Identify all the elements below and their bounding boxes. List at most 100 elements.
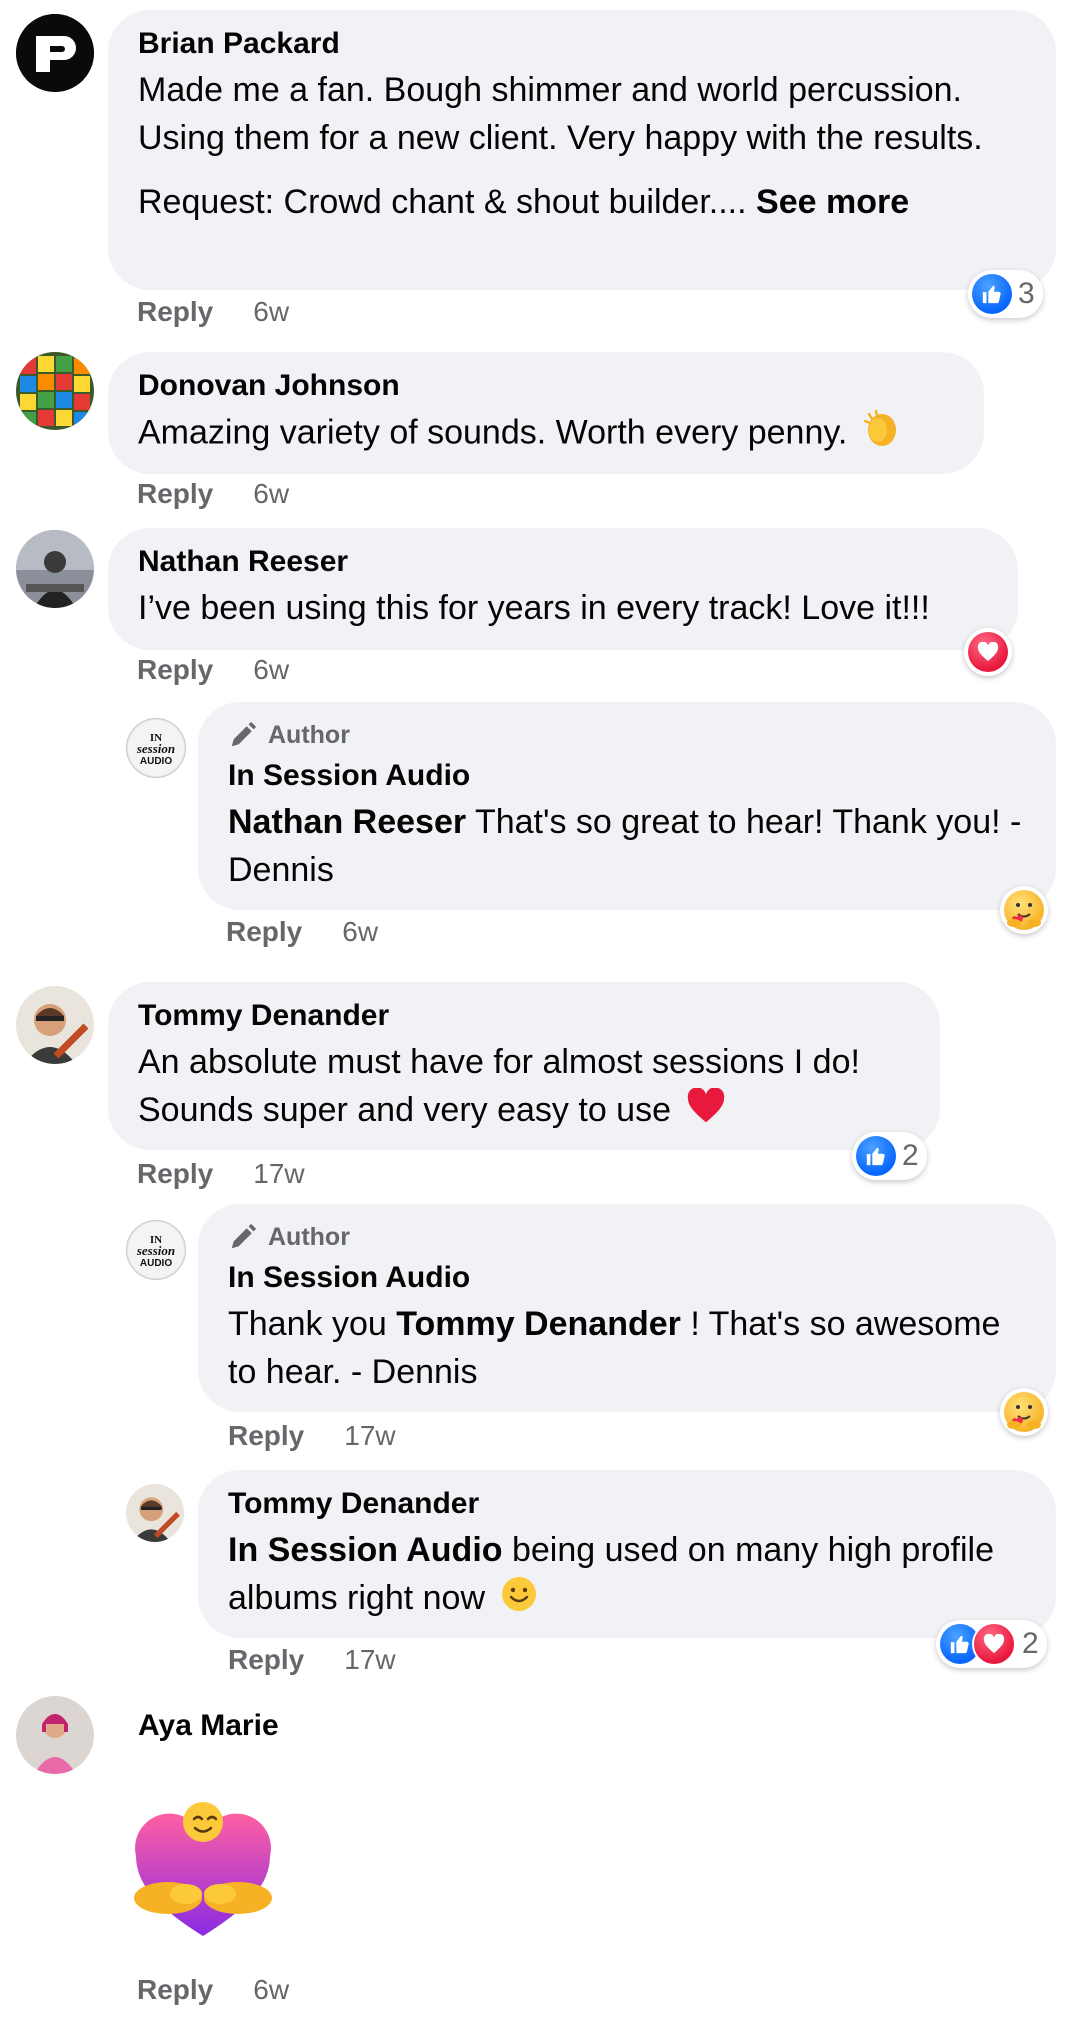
timestamp[interactable]: 6w — [253, 654, 289, 686]
love-icon — [972, 1622, 1016, 1666]
mention-link[interactable]: Tommy Denander — [396, 1305, 681, 1343]
reply-meta: Reply 6w — [226, 916, 378, 948]
brian-packard-logo — [16, 14, 94, 92]
reaction-summary[interactable]: 2 — [936, 1620, 1047, 1668]
svg-text:session: session — [136, 741, 175, 756]
avatar-nathan-reeser[interactable] — [16, 530, 94, 608]
aya-marie-photo — [16, 1696, 94, 1774]
comment-meta: Reply 6w — [137, 478, 289, 510]
comment-meta: Reply 6w — [137, 654, 289, 686]
reaction-count: 2 — [902, 1139, 919, 1172]
avatar-brian-packard[interactable] — [16, 14, 94, 92]
comment-author[interactable]: Nathan Reeser — [138, 544, 988, 580]
comment-text: I’ve been using this for years in every … — [138, 589, 930, 627]
reply-button[interactable]: Reply — [228, 1644, 304, 1676]
svg-text:AUDIO: AUDIO — [140, 1258, 172, 1269]
reply-button[interactable]: Reply — [137, 1974, 213, 2006]
avatar-in-session-audio[interactable]: IN session AUDIO — [126, 1220, 186, 1280]
author-badge-label: Author — [268, 1222, 350, 1251]
avatar-tommy-denander[interactable] — [16, 986, 94, 1064]
mention-link[interactable]: Nathan Reeser — [228, 803, 466, 841]
reaction-summary[interactable]: 2 — [852, 1132, 927, 1180]
comment-bubble: Brian Packard Made me a fan. Bough shimm… — [108, 10, 1056, 290]
reply-bubble: Tommy Denander In Session Audio being us… — [198, 1470, 1056, 1638]
avatar-aya-marie[interactable] — [16, 1696, 94, 1774]
avatar-tommy-denander[interactable] — [126, 1484, 184, 1542]
reply-text: Nathan Reeser That's so great to hear! T… — [228, 798, 1026, 894]
reply-meta: Reply 17w — [228, 1420, 396, 1452]
care-icon — [1004, 890, 1044, 930]
reply-text: In Session Audio being used on many high… — [228, 1526, 1026, 1626]
reaction-count: 3 — [1018, 277, 1035, 310]
reply-bubble: Author In Session Audio Thank you Tommy … — [198, 1204, 1056, 1412]
rubiks-cube-avatar — [16, 352, 94, 430]
comment-bubble: Donovan Johnson Amazing variety of sound… — [108, 352, 984, 474]
reaction-count: 2 — [1022, 1627, 1039, 1660]
comment-text: Made me a fan. Bough shimmer and world p… — [138, 71, 983, 157]
avatar-in-session-audio[interactable]: IN session AUDIO — [126, 718, 186, 778]
smile-emoji — [500, 1575, 538, 1626]
comment-author[interactable]: Donovan Johnson — [138, 368, 954, 404]
reply-text: Thank you Tommy Denander ! That's so awe… — [228, 1300, 1026, 1396]
comment-text: An absolute must have for almost session… — [138, 1038, 910, 1137]
svg-text:session: session — [136, 1243, 175, 1258]
comment-request: Request: Crowd chant & shout builder....… — [138, 178, 1026, 226]
comment-bubble: Nathan Reeser I’ve been using this for y… — [108, 528, 1018, 650]
timestamp[interactable]: 6w — [253, 1974, 289, 2006]
reply-bubble: Author In Session Audio Nathan Reeser Th… — [198, 702, 1056, 910]
heart-emoji — [686, 1086, 726, 1137]
comment-text-body: Amazing variety of sounds. Worth every p… — [138, 413, 848, 452]
reaction-summary[interactable] — [964, 628, 1012, 676]
comment-meta: Reply 6w — [137, 1974, 289, 2006]
tommy-denander-photo — [126, 1484, 184, 1542]
comment-text: Amazing variety of sounds. Worth every p… — [138, 408, 954, 461]
timestamp[interactable]: 17w — [344, 1644, 395, 1676]
comment-author[interactable]: Brian Packard — [138, 26, 1026, 62]
author-badge-label: Author — [268, 720, 350, 749]
in-session-audio-logo: IN session AUDIO — [128, 720, 184, 776]
reply-meta: Reply 17w — [228, 1644, 396, 1676]
hug-sticker — [128, 1800, 278, 1946]
comment-meta: Reply 17w — [137, 1158, 305, 1190]
reaction-summary[interactable] — [1000, 886, 1048, 934]
comment-meta: Reply 6w — [137, 296, 289, 328]
comment-author[interactable]: Aya Marie — [138, 1708, 279, 1744]
reply-button[interactable]: Reply — [137, 296, 213, 328]
timestamp[interactable]: 6w — [253, 478, 289, 510]
reaction-summary[interactable] — [1000, 1388, 1048, 1436]
request-text: Request: Crowd chant & shout builder.... — [138, 183, 747, 221]
reply-author[interactable]: In Session Audio — [228, 1260, 1026, 1296]
timestamp[interactable]: 6w — [253, 296, 289, 328]
see-more-link[interactable]: See more — [756, 183, 909, 221]
like-icon — [856, 1136, 896, 1176]
comment-bubble: Tommy Denander An absolute must have for… — [108, 982, 940, 1150]
reply-author[interactable]: Tommy Denander — [228, 1486, 1026, 1522]
svg-text:AUDIO: AUDIO — [140, 756, 172, 767]
reply-author[interactable]: In Session Audio — [228, 758, 1026, 794]
tommy-denander-photo — [16, 986, 94, 1064]
care-icon — [1004, 1392, 1044, 1432]
author-badge: Author — [228, 718, 1026, 752]
love-icon — [968, 632, 1008, 672]
reaction-summary[interactable]: 3 — [968, 270, 1043, 318]
author-badge: Author — [228, 1220, 1026, 1254]
comment-author[interactable]: Tommy Denander — [138, 998, 910, 1034]
clap-emoji — [863, 408, 901, 461]
pencil-icon — [231, 721, 257, 747]
reply-button[interactable]: Reply — [228, 1420, 304, 1452]
like-icon — [972, 274, 1012, 314]
comment-text-body: An absolute must have for almost session… — [138, 1043, 860, 1129]
reply-button[interactable]: Reply — [137, 478, 213, 510]
timestamp[interactable]: 17w — [253, 1158, 304, 1190]
timestamp[interactable]: 17w — [344, 1420, 395, 1452]
reply-button[interactable]: Reply — [226, 916, 302, 948]
reply-text-prefix: Thank you — [228, 1305, 397, 1343]
reply-button[interactable]: Reply — [137, 654, 213, 686]
nathan-reeser-photo — [16, 530, 94, 608]
in-session-audio-logo: IN session AUDIO — [128, 1222, 184, 1278]
timestamp[interactable]: 6w — [342, 916, 378, 948]
reply-button[interactable]: Reply — [137, 1158, 213, 1190]
avatar-donovan-johnson[interactable] — [16, 352, 94, 430]
mention-link[interactable]: In Session Audio — [228, 1531, 503, 1569]
pencil-icon — [231, 1223, 257, 1249]
